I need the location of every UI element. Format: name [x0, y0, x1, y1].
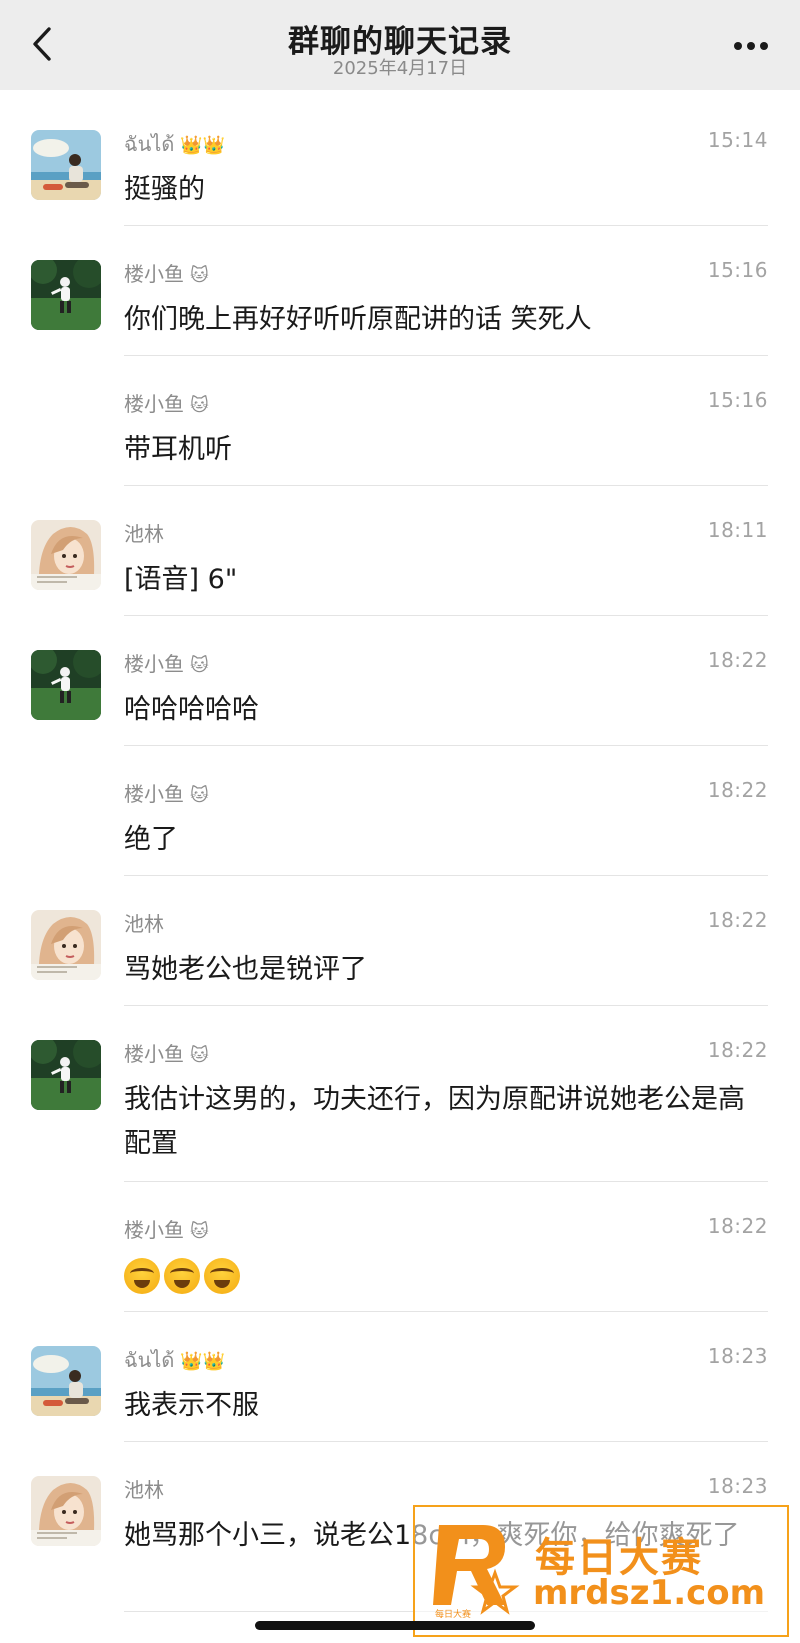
sender-name-text: 池林: [124, 522, 164, 546]
message-item[interactable]: 池林 18:22 骂她老公也是锐评了: [0, 876, 800, 1006]
sender-name: 池林: [124, 518, 164, 547]
message-text: [语音] 6": [124, 564, 238, 595]
sender-name: 楼小鱼 🐱: [124, 388, 209, 417]
avatar[interactable]: [31, 1476, 101, 1546]
sender-badge-icon: 🐱: [190, 265, 209, 286]
message-time: 18:22: [707, 1038, 768, 1062]
message-time: 18:11: [707, 518, 768, 542]
message-item[interactable]: 楼小鱼 🐱 18:22: [0, 1182, 800, 1312]
message-text: 我估计这男的，功夫还行，因为原配讲说她老公是高配置: [124, 1084, 745, 1159]
sender-badge-icon: 👑👑: [180, 135, 226, 156]
message-time: 18:23: [707, 1344, 768, 1368]
more-button[interactable]: [728, 26, 774, 66]
sender-name-text: 楼小鱼: [124, 782, 184, 806]
message-text: 挺骚的: [124, 174, 205, 205]
avatar[interactable]: [31, 130, 101, 200]
laughing-crying-emoji-icon: [124, 1258, 160, 1294]
message-text: 绝了: [124, 824, 178, 855]
sender-name-text: ฉันได้: [124, 132, 175, 156]
sender-name: 楼小鱼 🐱: [124, 1038, 209, 1067]
sender-badge-icon: 🐱: [190, 1045, 209, 1066]
message-text: 带耳机听: [124, 434, 232, 465]
watermark: 每日大赛 每日大赛 mrdsz1.com: [413, 1505, 789, 1637]
home-indicator: [255, 1621, 535, 1630]
message-item[interactable]: 楼小鱼 🐱 18:22 哈哈哈哈哈: [0, 616, 800, 746]
sender-badge-icon: 👑👑: [180, 1351, 226, 1372]
nav-bar: 群聊的聊天记录 2025年4月17日: [0, 0, 800, 90]
message-item[interactable]: 池林 18:11 [语音] 6": [0, 486, 800, 616]
message-time: 18:22: [707, 648, 768, 672]
sender-name-text: 楼小鱼: [124, 392, 184, 416]
avatar[interactable]: [31, 260, 101, 330]
watermark-line2: mrdsz1.com: [533, 1573, 766, 1613]
chat-history-screen: 群聊的聊天记录 2025年4月17日 ฉันได้ 👑👑 15:14 挺骚的 楼小鱼 🐱 1…: [0, 0, 800, 1643]
sender-name-text: 楼小鱼: [124, 652, 184, 676]
message-text: 哈哈哈哈哈: [124, 694, 259, 725]
page-date: 2025年4月17日: [332, 58, 468, 79]
sender-name-text: ฉันได้: [124, 1348, 175, 1372]
sender-name: ฉันได้ 👑👑: [124, 128, 225, 160]
message-time: 18:23: [707, 1474, 768, 1498]
message-time: 15:16: [707, 258, 768, 282]
sender-badge-icon: 🐱: [190, 395, 209, 416]
message-time: 15:14: [707, 128, 768, 152]
avatar[interactable]: [31, 910, 101, 980]
avatar[interactable]: [31, 1346, 101, 1416]
message-item[interactable]: 楼小鱼 🐱 18:22 我估计这男的，功夫还行，因为原配讲说她老公是高配置: [0, 1006, 800, 1182]
sender-badge-icon: 🐱: [190, 1221, 209, 1242]
message-item[interactable]: 楼小鱼 🐱 18:22 绝了: [0, 746, 800, 876]
sender-name-text: 池林: [124, 912, 164, 936]
sender-name-text: 楼小鱼: [124, 262, 184, 286]
message-text: 你们晚上再好好听听原配讲的话 笑死人: [124, 304, 592, 335]
sender-name: ฉันได้ 👑👑: [124, 1344, 225, 1376]
sender-badge-icon: 🐱: [190, 655, 209, 676]
message-item[interactable]: ฉันได้ 👑👑 18:23 我表示不服: [0, 1312, 800, 1442]
message-text: 骂她老公也是锐评了: [124, 954, 367, 985]
svg-text:每日大赛: 每日大赛: [435, 1608, 471, 1620]
avatar[interactable]: [31, 1040, 101, 1110]
sender-name: 楼小鱼 🐱: [124, 1214, 209, 1243]
message-text: 我表示不服: [124, 1390, 259, 1421]
sender-name: 池林: [124, 908, 164, 937]
sender-name: 楼小鱼 🐱: [124, 778, 209, 807]
message-time: 18:22: [707, 1214, 768, 1238]
sender-badge-icon: 🐱: [190, 785, 209, 806]
sender-name-text: 楼小鱼: [124, 1042, 184, 1066]
watermark-logo: 每日大赛: [433, 1525, 520, 1620]
avatar[interactable]: [31, 650, 101, 720]
message-time: 18:22: [707, 778, 768, 802]
sender-name: 楼小鱼 🐱: [124, 648, 209, 677]
sender-name-text: 池林: [124, 1478, 164, 1502]
message-text: [124, 1254, 764, 1294]
sender-name-text: 楼小鱼: [124, 1218, 184, 1242]
sender-name: 池林: [124, 1474, 164, 1503]
message-time: 15:16: [707, 388, 768, 412]
avatar[interactable]: [31, 520, 101, 590]
message-item[interactable]: 楼小鱼 🐱 15:16 带耳机听: [0, 356, 800, 486]
laughing-crying-emoji-icon: [164, 1258, 200, 1294]
more-dots-icon: [734, 42, 768, 50]
laughing-crying-emoji-icon: [204, 1258, 240, 1294]
message-item[interactable]: 楼小鱼 🐱 15:16 你们晚上再好好听听原配讲的话 笑死人: [0, 226, 800, 356]
message-item[interactable]: ฉันได้ 👑👑 15:14 挺骚的: [0, 96, 800, 226]
message-time: 18:22: [707, 908, 768, 932]
sender-name: 楼小鱼 🐱: [124, 258, 209, 287]
